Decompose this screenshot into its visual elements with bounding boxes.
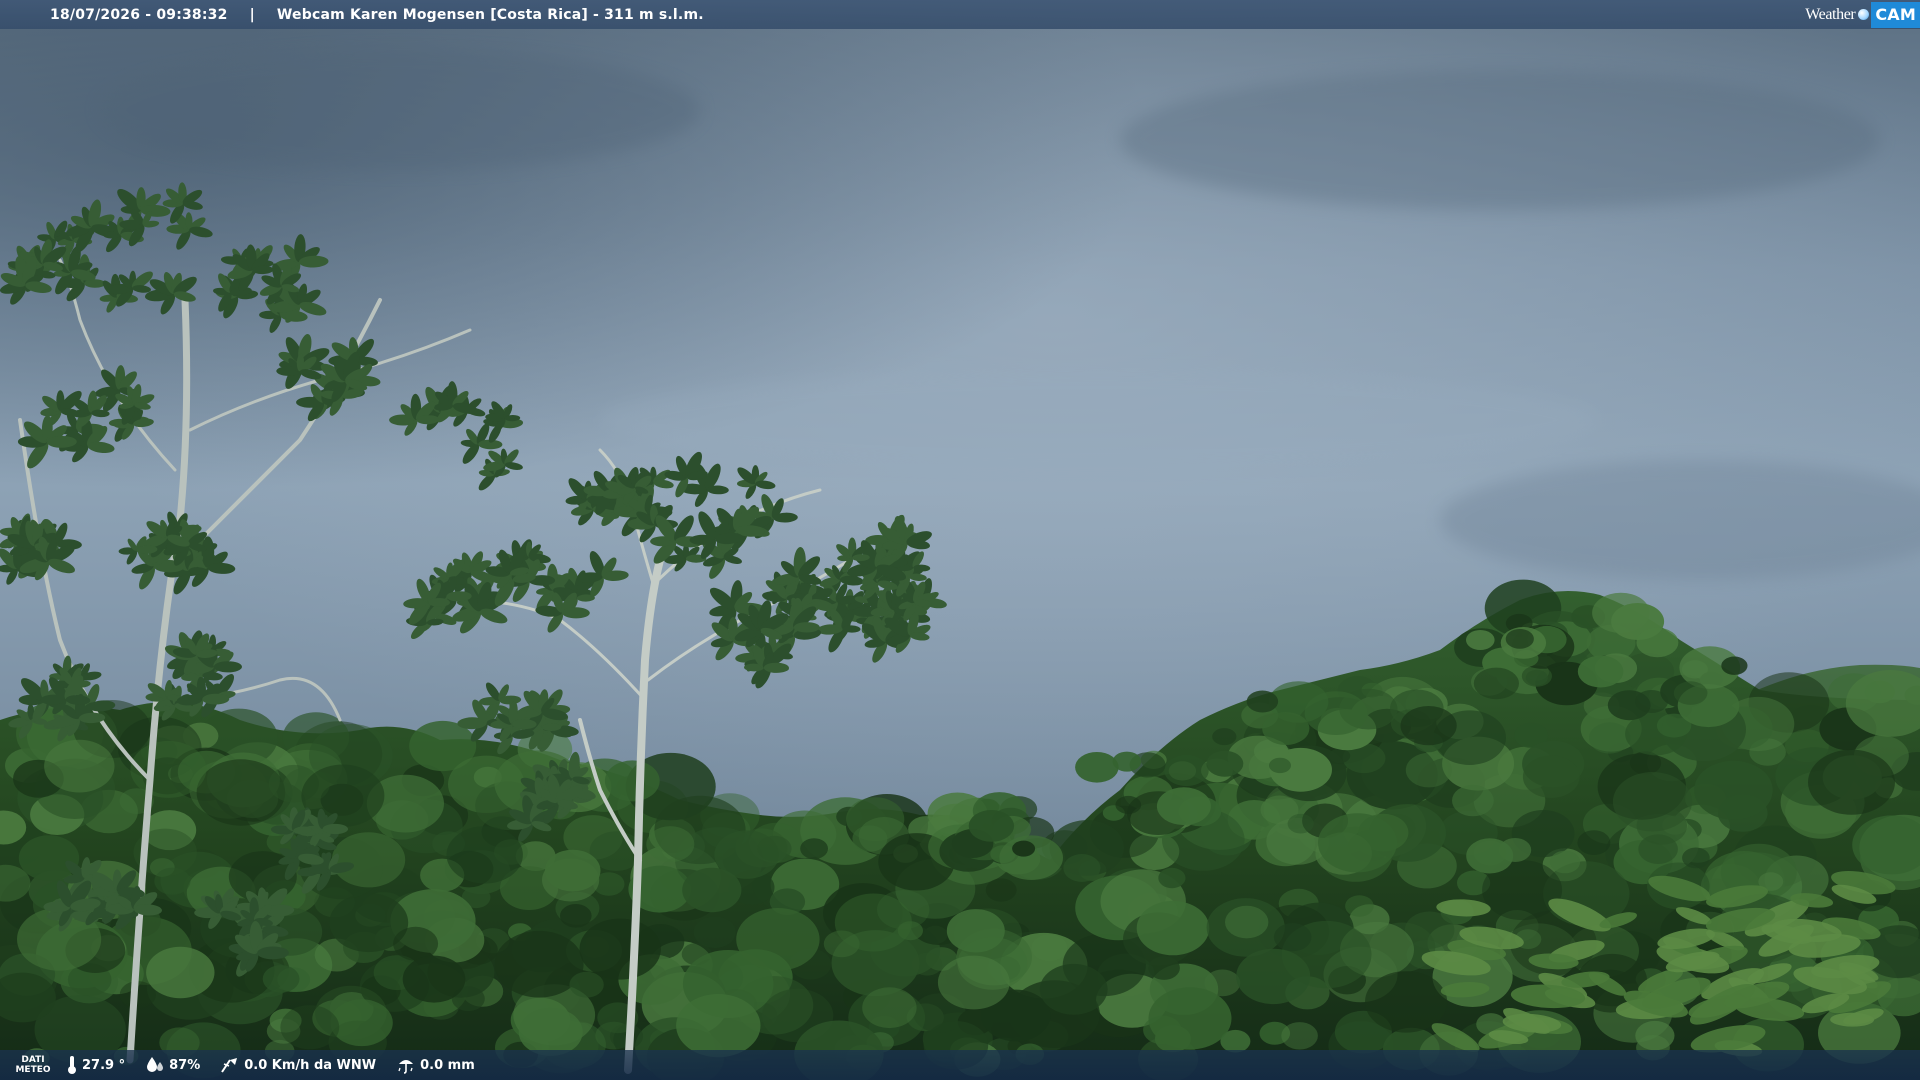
webcam-image <box>0 0 1920 1080</box>
rain-gauge-icon <box>398 1060 414 1074</box>
wind-value: 0.0 Km/h da WNW <box>244 1057 377 1073</box>
temperature-reading: 27.9 ° <box>66 1055 125 1075</box>
logo-globe-icon <box>1858 9 1870 20</box>
webcam-title: Webcam Karen Mogensen [Costa Rica] - 311… <box>276 6 704 23</box>
humidity-value: 87% <box>169 1057 201 1073</box>
humidity-drop-icon <box>147 1057 164 1072</box>
timestamp: 18/07/2026 - 09:38:32 <box>50 6 228 23</box>
wind-reading: 0.0 Km/h da WNW <box>220 1056 376 1074</box>
webcam-top-bar: 18/07/2026 - 09:38:32 | Webcam Karen Mog… <box>0 0 1920 29</box>
title-separator: | <box>249 6 255 23</box>
wind-icon <box>221 1058 238 1073</box>
thermometer-icon <box>68 1056 76 1074</box>
humidity-reading: 87% <box>145 1056 200 1074</box>
rain-reading: 0.0 mm <box>396 1056 475 1074</box>
weather-data-label-line1: DATI <box>21 1055 45 1065</box>
rain-value: 0.0 mm <box>420 1057 475 1073</box>
logo-cam-text: CAM <box>1871 1 1920 28</box>
temperature-value: 27.9 ° <box>82 1057 126 1073</box>
logo-weather-text: Weather <box>1805 5 1856 23</box>
webcam-frame: 18/07/2026 - 09:38:32 | Webcam Karen Mog… <box>0 0 1920 1080</box>
weather-data-label: DATI METEO <box>0 1055 66 1075</box>
weather-data-bar: DATI METEO 27.9 ° 87% 0.0 Km/h da WNW 0.… <box>0 1050 1920 1080</box>
weather-data-label-line2: METEO <box>15 1065 51 1075</box>
weathercam-logo: Weather CAM <box>1805 0 1920 29</box>
